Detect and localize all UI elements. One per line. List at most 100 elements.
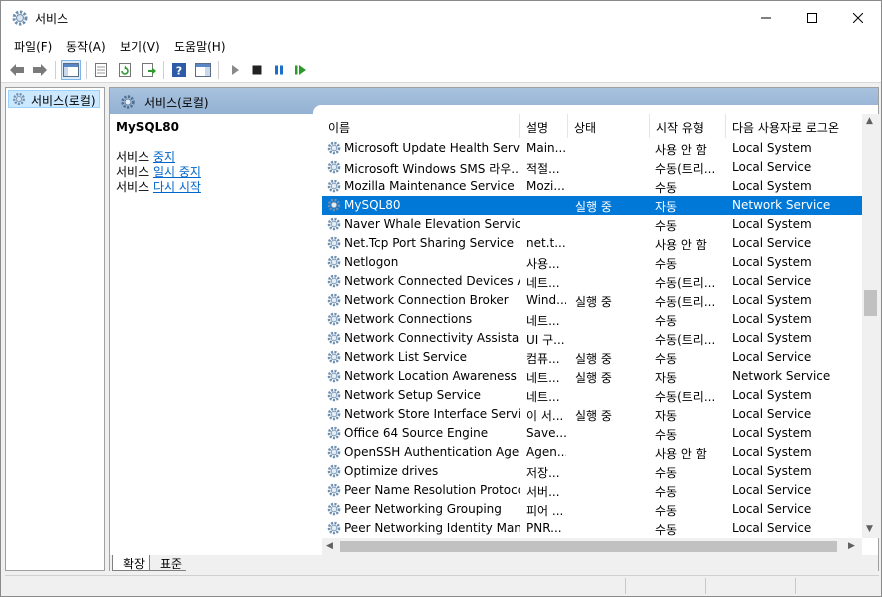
service-description: UI 구... <box>526 333 565 347</box>
stop-service-button[interactable] <box>247 60 267 80</box>
scroll-up-icon[interactable]: ▲ <box>866 116 873 126</box>
back-button[interactable] <box>7 60 27 80</box>
service-row[interactable]: Network Connections 네트... 수동 Local System <box>322 310 862 329</box>
service-row[interactable]: Microsoft Update Health Service Main... 사용… <box>322 139 862 158</box>
service-gear-icon <box>327 426 341 440</box>
properties-button[interactable] <box>91 60 111 80</box>
show-console-tree-icon <box>63 63 79 77</box>
service-logon-as: Network Service <box>732 369 831 383</box>
service-description: 컴퓨... <box>526 352 560 366</box>
services-gear-icon <box>12 10 28 26</box>
vertical-scrollbar[interactable]: ▲ ▼ <box>862 114 879 538</box>
horizontal-scrollbar[interactable]: ◀ ▶ <box>322 538 862 555</box>
service-gear-icon <box>327 179 341 193</box>
service-name: Network List Service <box>344 350 468 364</box>
service-row[interactable]: Net.Tcp Port Sharing Service net.t... 사용 안… <box>322 234 862 253</box>
pause-service-link[interactable]: 일시 중지 <box>153 165 201 179</box>
services-list: 이름 ^ 설명 상태 시작 유형 다음 사용자로 로그온 Microsoft U… <box>322 114 862 538</box>
restart-service-link[interactable]: 다시 시작 <box>153 180 201 194</box>
help-icon: ? <box>172 63 186 78</box>
service-logon-as: Local System <box>732 312 812 326</box>
column-description[interactable]: 설명 <box>520 114 568 138</box>
service-row[interactable]: Network List Service 컴퓨... 실행 중 수동 Local Ser… <box>322 348 862 367</box>
close-button[interactable] <box>835 1 881 35</box>
service-description: 이 서... <box>526 409 564 423</box>
show-console-tree-button[interactable] <box>61 60 81 80</box>
column-name[interactable]: 이름 ^ <box>322 114 520 138</box>
menu-file[interactable]: 파일(F) <box>14 38 52 55</box>
service-row[interactable]: MySQL80 실행 중 자동 Network Service <box>322 196 862 215</box>
service-gear-icon <box>327 198 341 212</box>
service-startup-type: 사용 안 함 <box>655 447 707 461</box>
service-row[interactable]: Microsoft Windows SMS 라우... 적절... 수동(트리...… <box>322 158 862 177</box>
resume-service-button[interactable] <box>291 60 311 80</box>
service-row[interactable]: Peer Name Resolution Protocol 서버... 수동 Loca… <box>322 481 862 500</box>
minimize-button[interactable] <box>743 1 789 35</box>
service-logon-as: Local Service <box>732 274 812 288</box>
maximize-button[interactable] <box>789 1 835 35</box>
service-row[interactable]: Network Connection Broker Wind... 실행 중 수동(트… <box>322 291 862 310</box>
service-name: Netlogon <box>344 255 399 269</box>
pause-service-button[interactable] <box>269 60 289 80</box>
service-startup-type: 수동(트리... <box>655 295 716 309</box>
service-name: Network Store Interface Service <box>344 407 520 421</box>
stop-service-icon <box>252 65 262 75</box>
column-startup-type[interactable]: 시작 유형 <box>650 114 726 138</box>
service-row[interactable]: Network Setup Service 네트... 수동(트리... Local … <box>322 386 862 405</box>
services-window: 서비스 파일(F) 동작(A) 보기(V) 도움말(H) ? 서비스(로컬) 서… <box>0 0 882 597</box>
service-row[interactable]: Network Connectivity Assistant UI 구... 수동(… <box>322 329 862 348</box>
pane-header: 서비스(로컬) <box>110 88 878 117</box>
service-name: Network Connected Devices A... <box>344 274 520 288</box>
service-row[interactable]: Network Connected Devices A... 네트... 수동(트리… <box>322 272 862 291</box>
service-row[interactable]: OpenSSH Authentication Agent Agen... 사용 안 … <box>322 443 862 462</box>
refresh-button[interactable] <box>115 60 135 80</box>
menu-view[interactable]: 보기(V) <box>120 38 160 55</box>
service-logon-as: Local System <box>732 255 812 269</box>
vertical-scroll-thumb[interactable] <box>864 290 877 316</box>
service-gear-icon <box>327 274 341 288</box>
menu-help[interactable]: 도움말(H) <box>174 38 226 55</box>
service-name: OpenSSH Authentication Agent <box>344 445 520 459</box>
menu-action[interactable]: 동작(A) <box>66 38 106 55</box>
scroll-right-icon[interactable]: ▶ <box>848 541 855 551</box>
service-row[interactable]: Office 64 Source Engine Save... 수동 Local Sy… <box>322 424 862 443</box>
selected-service-name: MySQL80 <box>116 120 179 134</box>
column-status[interactable]: 상태 <box>568 114 650 138</box>
service-gear-icon <box>327 217 341 231</box>
export-list-button[interactable] <box>139 60 159 80</box>
service-logon-as: Local System <box>732 331 812 345</box>
service-startup-type: 수동 <box>655 428 678 442</box>
service-rows: Microsoft Update Health Service Main... 사용… <box>322 139 862 538</box>
service-logon-as: Local System <box>732 445 812 459</box>
forward-button[interactable] <box>30 60 50 80</box>
service-description: Agen... <box>526 445 566 459</box>
service-status: 실행 중 <box>575 295 612 309</box>
action-pane-button[interactable] <box>193 60 213 80</box>
service-row[interactable]: Peer Networking Identity Man... PNR... 수동 L… <box>322 519 862 538</box>
service-row[interactable]: Network Location Awareness 네트... 실행 중 자동 Net… <box>322 367 862 386</box>
tab-extended[interactable]: 확장 <box>112 555 151 571</box>
service-row[interactable]: Netlogon 사용... 수동 Local System <box>322 253 862 272</box>
stop-service-link[interactable]: 중지 <box>153 150 175 164</box>
tab-standard[interactable]: 표준 <box>150 555 187 571</box>
service-row[interactable]: Peer Networking Grouping 피어 ... 수동 Local Se… <box>322 500 862 519</box>
service-row[interactable]: Mozilla Maintenance Service Mozi... 수동 Loca… <box>322 177 862 196</box>
service-row[interactable]: Optimize drives 저장... 수동 Local System <box>322 462 862 481</box>
service-logon-as: Local Service <box>732 483 812 497</box>
tree-item-services-local[interactable]: 서비스(로컬) <box>8 90 100 108</box>
service-logon-as: Local Service <box>732 407 812 421</box>
service-logon-as: Local System <box>732 293 812 307</box>
horizontal-scroll-thumb[interactable] <box>340 541 837 552</box>
service-row[interactable]: Network Store Interface Service 이 서... 실행 … <box>322 405 862 424</box>
service-name: Naver Whale Elevation Service... <box>344 217 520 231</box>
services-gear-icon <box>121 95 135 109</box>
column-logon-as[interactable]: 다음 사용자로 로그온 <box>726 114 862 138</box>
service-name: Mozilla Maintenance Service <box>344 179 515 193</box>
service-row[interactable]: Naver Whale Elevation Service... 수동 Local … <box>322 215 862 234</box>
service-description: 네트... <box>526 390 560 404</box>
help-button[interactable]: ? <box>169 60 189 80</box>
scroll-down-icon[interactable]: ▼ <box>866 524 873 534</box>
service-logon-as: Local System <box>732 388 812 402</box>
scroll-left-icon[interactable]: ◀ <box>326 541 333 551</box>
start-service-button[interactable] <box>225 60 245 80</box>
